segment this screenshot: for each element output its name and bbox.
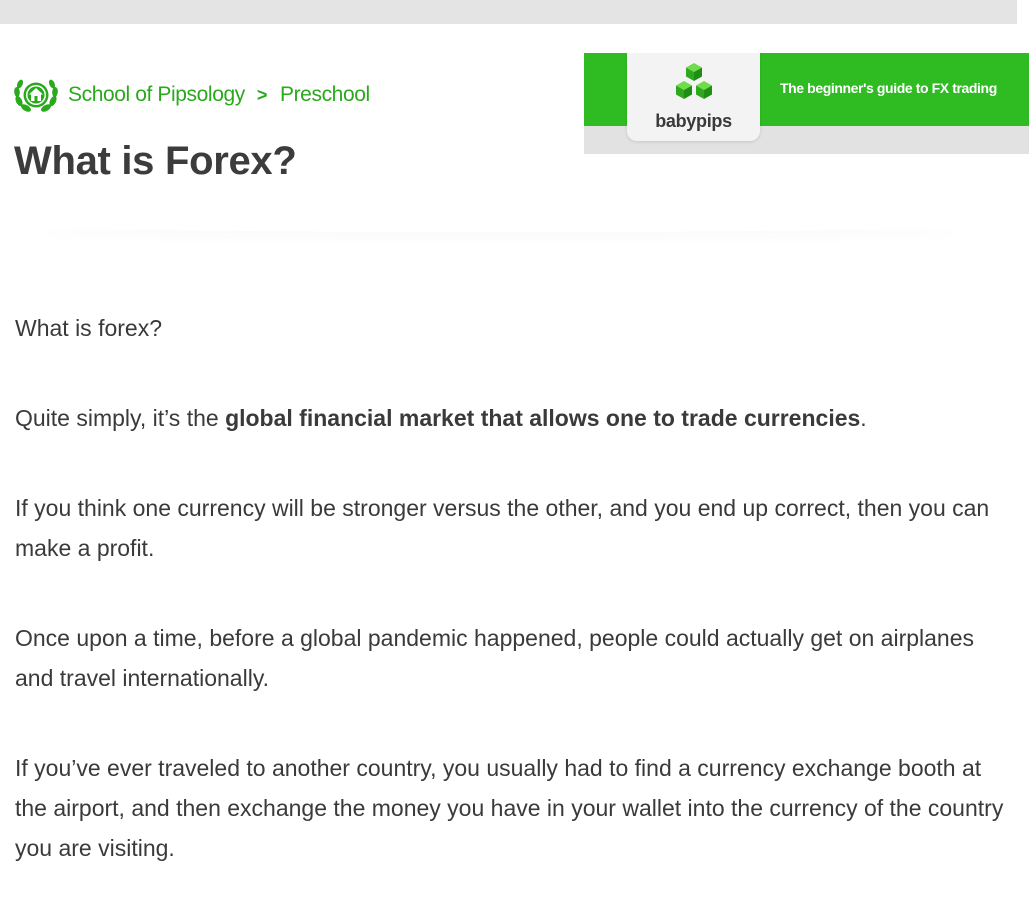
breadcrumb-preschool[interactable]: Preschool <box>280 83 370 107</box>
banner-brand-name: babypips <box>655 111 732 131</box>
banner-logo[interactable]: babypips <box>627 53 760 141</box>
laurel-house-icon[interactable] <box>13 74 59 116</box>
banner-tagline: The beginner's guide to FX trading <box>780 80 997 96</box>
paragraph-definition: Quite simply, it’s the global financial … <box>15 398 1005 438</box>
breadcrumb: School of Pipsology > Preschool <box>13 74 370 116</box>
paragraph-travel: Once upon a time, before a global pandem… <box>15 625 975 691</box>
green-cubes-icon <box>676 63 712 99</box>
breadcrumb-separator: > <box>256 84 268 105</box>
babypips-banner[interactable]: babypips The beginner's guide to FX trad… <box>584 53 1029 154</box>
page-title: What is Forex? <box>14 139 297 183</box>
paragraph-currency-exchange: If you’ve ever traveled to another count… <box>15 755 1004 861</box>
paragraph-intro-question: What is forex? <box>15 315 162 341</box>
definition-prefix: Quite simply, it’s the <box>15 405 226 431</box>
browser-top-strip <box>0 0 1017 24</box>
paragraph-profit: If you think one currency will be strong… <box>15 495 990 561</box>
article-body: What is forex? Quite simply, it’s the gl… <box>15 308 1005 918</box>
header-divider-shadow <box>30 218 970 232</box>
definition-suffix: . <box>860 405 867 431</box>
breadcrumb-school-of-pipsology[interactable]: School of Pipsology <box>68 83 245 107</box>
definition-bold: global financial market that allows one … <box>225 405 861 431</box>
